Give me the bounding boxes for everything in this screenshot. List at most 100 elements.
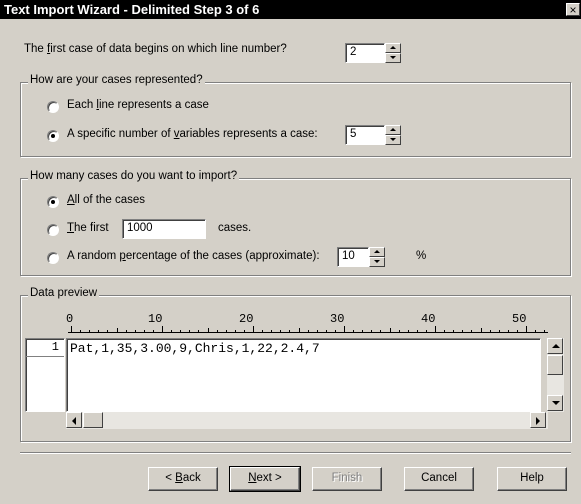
radio-first-cases[interactable] (47, 224, 59, 236)
ruler-tick (71, 326, 72, 332)
chevron-down-icon (374, 260, 380, 263)
radio-first-cases-label[interactable]: The first (67, 222, 109, 234)
first-case-line-input[interactable]: 2 (345, 43, 385, 63)
ruler-tick (143, 330, 145, 332)
radio-all-cases[interactable] (47, 196, 59, 208)
first-case-label: The first case of data begins on which l… (24, 43, 287, 55)
arrow-right-icon (536, 417, 540, 425)
percent-sign: % (416, 250, 427, 262)
ruler-tick (344, 326, 345, 332)
close-button[interactable]: × (566, 3, 580, 16)
vertical-scrollbar[interactable] (547, 338, 564, 412)
spin-down-button[interactable] (385, 135, 401, 145)
scroll-up-button[interactable] (547, 338, 563, 354)
ruler-tick (189, 330, 191, 332)
chevron-up-icon (390, 46, 396, 49)
spin-up-button[interactable] (369, 247, 385, 257)
preview-text-area[interactable]: Pat,1,35,3.00,9,Chris,1,22,2.4,7 (66, 338, 541, 412)
close-icon: × (569, 3, 577, 17)
row-number-gutter: 1 (25, 338, 65, 412)
spin-down-button[interactable] (369, 257, 385, 267)
radio-specific-variables-label[interactable]: A specific number of variables represent… (67, 128, 318, 140)
chevron-up-icon (390, 128, 396, 131)
variables-count-spinner[interactable] (385, 125, 401, 145)
ruler-tick (526, 326, 527, 332)
chevron-down-icon (390, 138, 396, 141)
ruler-tick (362, 330, 364, 332)
ruler-tick (516, 330, 518, 332)
scroll-down-button[interactable] (547, 395, 563, 411)
cases-represented-group (20, 82, 571, 157)
row-number-cell: 1 (26, 339, 64, 357)
ruler-tick (116, 328, 118, 332)
ruler-tick (198, 330, 200, 332)
ruler-baseline (68, 332, 548, 333)
data-preview-legend: Data preview (28, 287, 100, 299)
finish-button[interactable]: Finish (312, 467, 382, 491)
radio-each-line[interactable] (47, 101, 59, 113)
ruler-tick (271, 330, 273, 332)
help-button[interactable]: Help (497, 467, 567, 491)
column-ruler: 0 10 20 30 40 50 (66, 312, 548, 336)
footer-divider (20, 452, 571, 454)
radio-random-percentage-label[interactable]: A random percentage of the cases (approx… (67, 250, 320, 262)
ruler-tick (398, 330, 400, 332)
ruler-tick (462, 330, 464, 332)
ruler-tick (444, 330, 446, 332)
spin-up-button[interactable] (385, 125, 401, 135)
ruler-tick (480, 328, 482, 332)
arrow-left-icon (72, 417, 76, 425)
ruler-tick (171, 330, 173, 332)
spin-down-button[interactable] (385, 53, 401, 63)
back-button[interactable]: < Back (148, 467, 218, 491)
scroll-left-button[interactable] (66, 412, 82, 428)
ruler-tick (334, 330, 336, 332)
ruler-tick (435, 326, 436, 332)
ruler-tick (353, 330, 355, 332)
spin-up-button[interactable] (385, 43, 401, 53)
arrow-down-icon (552, 401, 560, 405)
random-percentage-spinner[interactable] (369, 247, 385, 267)
cancel-button[interactable]: Cancel (404, 467, 474, 491)
first-case-line-spinner[interactable] (385, 43, 401, 63)
ruler-label: 10 (148, 312, 163, 326)
ruler-label: 40 (421, 312, 436, 326)
radio-random-percentage[interactable] (47, 252, 59, 264)
ruler-tick (125, 330, 127, 332)
ruler-tick (535, 330, 537, 332)
ruler-label: 20 (239, 312, 254, 326)
ruler-tick (544, 330, 546, 332)
ruler-tick (425, 330, 427, 332)
ruler-tick (162, 326, 163, 332)
ruler-tick (289, 330, 291, 332)
preview-row-text: Pat,1,35,3.00,9,Chris,1,22,2.4,7 (70, 341, 320, 356)
scroll-right-button[interactable] (530, 412, 546, 428)
ruler-tick (489, 330, 491, 332)
ruler-tick (280, 330, 282, 332)
scroll-thumb[interactable] (83, 412, 103, 428)
radio-all-cases-label[interactable]: All of the cases (67, 194, 145, 206)
radio-each-line-label[interactable]: Each line represents a case (67, 99, 209, 111)
ruler-tick (498, 330, 500, 332)
ruler-tick (389, 328, 391, 332)
ruler-tick (325, 330, 327, 332)
scroll-thumb[interactable] (547, 355, 563, 375)
ruler-tick (180, 330, 182, 332)
window-title: Text Import Wizard - Delimited Step 3 of… (4, 2, 260, 17)
ruler-tick (316, 330, 318, 332)
ruler-tick (98, 330, 100, 332)
radio-specific-variables[interactable] (47, 130, 59, 142)
first-cases-count-input[interactable]: 1000 (122, 219, 206, 239)
next-button[interactable]: Next > (229, 466, 301, 492)
ruler-tick (471, 330, 473, 332)
horizontal-scrollbar[interactable] (66, 412, 548, 429)
arrow-up-icon (552, 344, 560, 348)
ruler-tick (243, 330, 245, 332)
random-percentage-input[interactable]: 10 (337, 247, 369, 267)
ruler-tick (262, 330, 264, 332)
ruler-tick (234, 330, 236, 332)
ruler-tick (152, 330, 154, 332)
title-bar: Text Import Wizard - Delimited Step 3 of… (0, 0, 581, 19)
ruler-tick (371, 330, 373, 332)
variables-count-input[interactable]: 5 (345, 125, 385, 145)
